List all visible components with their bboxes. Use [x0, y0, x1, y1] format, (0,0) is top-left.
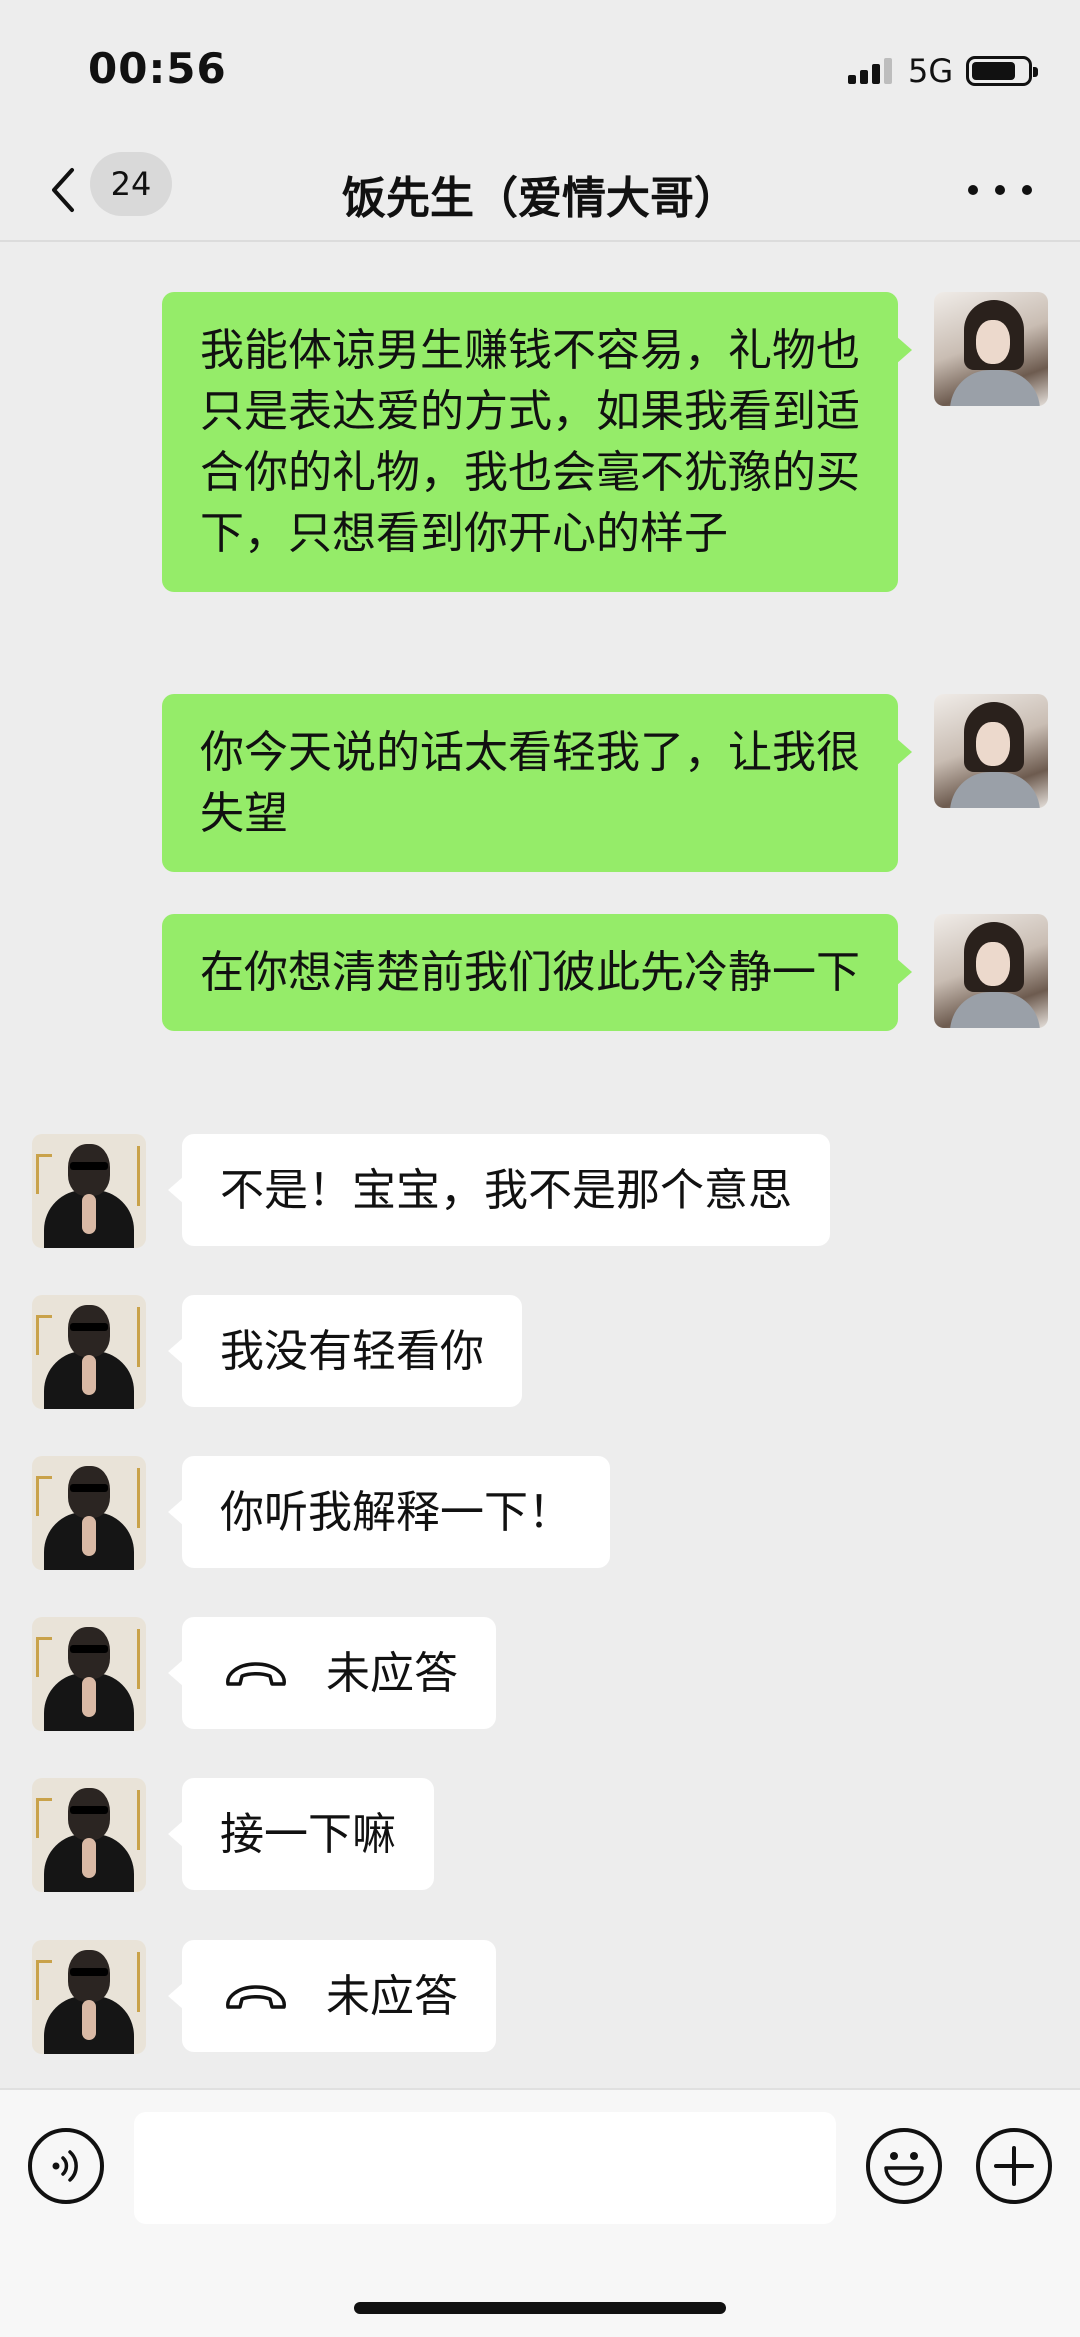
message-bubble[interactable]: 你今天说的话太看轻我了，让我很失望 — [162, 694, 912, 872]
battery-icon — [966, 56, 1038, 86]
contact-avatar[interactable] — [32, 1134, 146, 1248]
contact-avatar[interactable] — [32, 1778, 146, 1892]
unread-count-badge[interactable]: 24 — [90, 152, 172, 216]
message-input[interactable] — [134, 2112, 836, 2224]
network-type: 5G — [908, 52, 954, 90]
input-bar — [0, 2088, 1080, 2337]
phone-hangup-icon — [220, 1653, 292, 1693]
contact-avatar[interactable] — [32, 1940, 146, 2054]
self-avatar[interactable] — [934, 292, 1048, 406]
more-dots-icon[interactable] — [968, 170, 1032, 210]
message-bubble[interactable]: 我没有轻看你 — [168, 1295, 522, 1407]
signal-icon — [848, 58, 894, 84]
chevron-left-icon[interactable] — [38, 158, 88, 222]
home-indicator[interactable] — [354, 2302, 726, 2314]
message-bubble[interactable]: 你听我解释一下！ — [168, 1456, 610, 1568]
phone-hangup-icon — [220, 1976, 292, 2016]
missed-call-bubble[interactable]: 未应答 — [168, 1617, 496, 1729]
emoji-icon[interactable] — [866, 2128, 942, 2204]
plus-icon[interactable] — [976, 2128, 1052, 2204]
missed-call-bubble[interactable]: 未应答 — [168, 1940, 496, 2052]
message-bubble[interactable]: 在你想清楚前我们彼此先冷静一下 — [162, 914, 912, 1031]
message-bubble[interactable]: 不是！宝宝，我不是那个意思 — [168, 1134, 830, 1246]
contact-avatar[interactable] — [32, 1295, 146, 1409]
contact-avatar[interactable] — [32, 1617, 146, 1731]
call-status: 未应答 — [326, 1647, 458, 1699]
voice-icon[interactable] — [28, 2128, 104, 2204]
call-status: 未应答 — [326, 1970, 458, 2022]
self-avatar[interactable] — [934, 914, 1048, 1028]
chat-title: 饭先生（爱情大哥） — [342, 173, 738, 224]
status-time: 00:56 — [88, 44, 227, 93]
message-bubble[interactable]: 接一下嘛 — [168, 1778, 434, 1890]
message-bubble[interactable]: 我能体谅男生赚钱不容易，礼物也只是表达爱的方式，如果我看到适合你的礼物，我也会毫… — [162, 292, 912, 592]
status-bar: 00:56 5G — [0, 0, 1080, 140]
self-avatar[interactable] — [934, 694, 1048, 808]
chat-header: 24 饭先生（爱情大哥） — [0, 140, 1080, 242]
contact-avatar[interactable] — [32, 1456, 146, 1570]
